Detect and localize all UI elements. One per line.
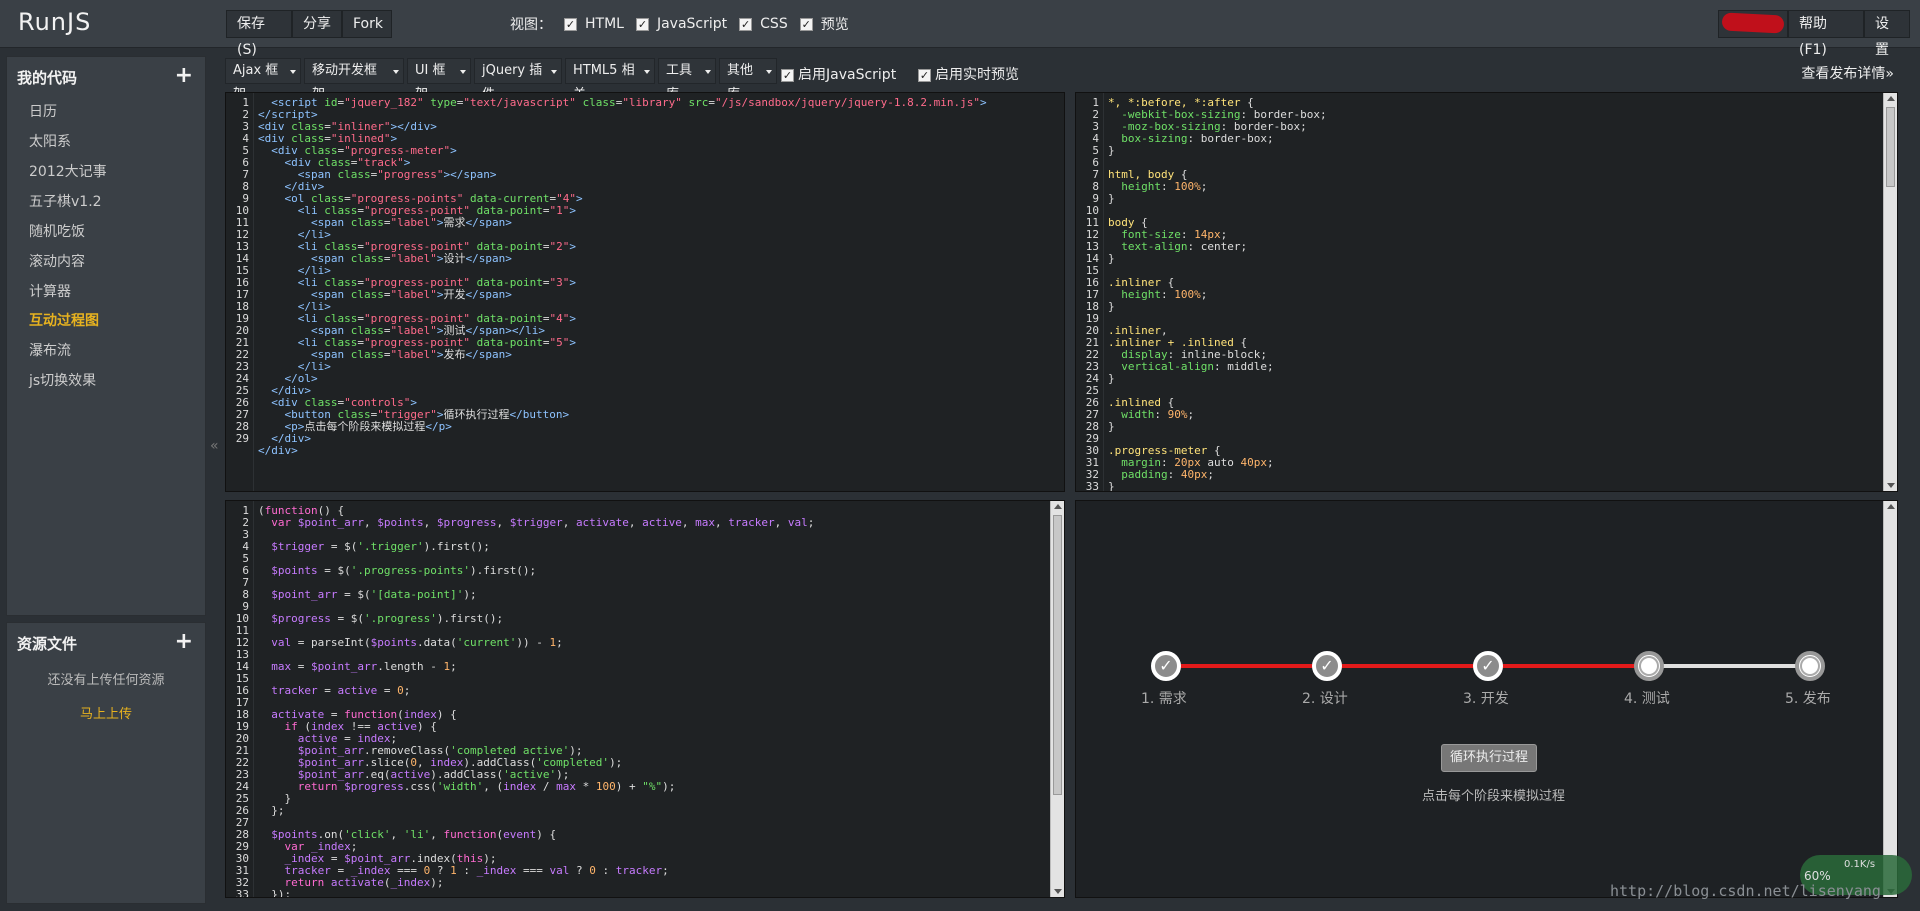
caret-down-icon <box>644 70 650 74</box>
save-button[interactable]: 保存(S) <box>226 10 292 58</box>
step-4-dot[interactable] <box>1634 651 1664 681</box>
checkbox-icon[interactable]: ✓ <box>799 17 813 31</box>
checkbox-icon[interactable]: ✓ <box>635 17 649 31</box>
live-preview-label: 启用实时预览 <box>935 67 1019 83</box>
resources-title: 资源文件 <box>17 635 78 653</box>
view-label: 视图： <box>510 17 552 33</box>
runjs-app: RunJS 保存(S) 分享 Fork 视图： ✓ HTML ✓ JavaScrip… <box>0 0 1920 911</box>
fork-button[interactable]: Fork <box>342 10 392 38</box>
step-5-dot[interactable] <box>1795 651 1825 681</box>
caret-down-icon <box>290 70 296 74</box>
settings-button[interactable]: 设置 <box>1864 10 1910 58</box>
view-html-label[interactable]: HTML <box>585 16 624 32</box>
top-bar: RunJS 保存(S) 分享 Fork 视图： ✓ HTML ✓ JavaScrip… <box>0 0 1920 58</box>
publish-details-link[interactable]: 查看发布详情» <box>1801 63 1894 83</box>
view-preview-label[interactable]: 预览 <box>821 14 849 34</box>
checkbox-icon[interactable]: ✓ <box>739 17 753 31</box>
live-preview-option[interactable]: ✓ 启用实时预览 <box>918 64 1019 84</box>
step-2-dot[interactable]: ✓ <box>1312 651 1342 681</box>
lib-jquery-dropdown[interactable]: jQuery 插件 <box>474 58 562 102</box>
my-code-title: 我的代码 <box>17 69 78 87</box>
runjs-logo: RunJS <box>18 8 92 36</box>
resources-panel: 资源文件 + 还没有上传任何资源 马上上传 <box>6 622 206 904</box>
line-numbers: 1 2 3 4 5 6 7 8 9 10 11 12 13 14 15 16 1… <box>1076 93 1104 491</box>
checkbox-icon[interactable]: ✓ <box>564 17 577 31</box>
lib-tools-dropdown[interactable]: 工具库 <box>658 58 716 102</box>
check-icon: ✓ <box>1159 656 1173 675</box>
sidebar-item[interactable]: js切换效果 <box>29 370 96 390</box>
upload-link[interactable]: 马上上传 <box>7 703 205 722</box>
step-3-label[interactable]: 3. 开发 <box>1463 688 1509 708</box>
check-icon: ✓ <box>1481 656 1495 675</box>
network-rate: 0.1K/s <box>1844 859 1876 870</box>
line-numbers: 1 2 3 4 5 6 7 8 9 10 11 12 13 14 15 16 1… <box>226 501 254 897</box>
share-button[interactable]: 分享 <box>292 10 342 38</box>
lib-mobile-dropdown[interactable]: 移动开发框架 <box>304 58 404 102</box>
line-numbers: 1 2 3 4 5 6 7 8 9 10 11 12 13 14 15 16 1… <box>226 93 254 491</box>
checkbox-icon[interactable]: ✓ <box>781 69 794 82</box>
caret-down-icon <box>551 70 557 74</box>
step-1-dot[interactable]: ✓ <box>1151 651 1181 681</box>
scroll-thumb[interactable] <box>1053 515 1062 795</box>
css-code[interactable]: *, *:before, *:after { -webkit-box-sizin… <box>1108 97 1897 492</box>
sidebar-item[interactable]: 日历 <box>29 101 57 121</box>
scroll-thumb[interactable] <box>1886 107 1895 187</box>
add-code-icon[interactable]: + <box>175 63 193 88</box>
collapse-sidebar-icon[interactable]: « <box>210 438 219 454</box>
step-4-label[interactable]: 4. 测试 <box>1624 688 1670 708</box>
preview-scrollbar[interactable] <box>1883 501 1897 897</box>
lib-ui-dropdown[interactable]: UI 框架 <box>407 58 471 102</box>
step-1-label[interactable]: 1. 需求 <box>1141 688 1187 708</box>
css-scrollbar[interactable] <box>1883 93 1897 491</box>
sidebar-item[interactable]: 太阳系 <box>29 131 71 151</box>
step-3-dot[interactable]: ✓ <box>1473 651 1503 681</box>
progress-track <box>1650 664 1811 668</box>
sidebar-item[interactable]: 计算器 <box>29 281 71 301</box>
view-toggle-group: 视图： ✓ HTML ✓ JavaScript ✓ CSS ✓ 预览 <box>510 14 849 34</box>
progress-fill <box>1166 664 1650 668</box>
caret-down-icon <box>766 70 772 74</box>
watermark: http://blog.csdn.net/lisenyang <box>1610 882 1881 900</box>
network-percent: 60% <box>1804 869 1831 883</box>
view-js-label[interactable]: JavaScript <box>657 16 727 32</box>
css-editor[interactable]: 1 2 3 4 5 6 7 8 9 10 11 12 13 14 15 16 1… <box>1075 92 1898 492</box>
sidebar-item[interactable]: 五子棋v1.2 <box>29 191 102 211</box>
checkbox-icon[interactable]: ✓ <box>918 69 931 82</box>
html-code[interactable]: <script id="jquery_182" type="text/javas… <box>258 97 1064 457</box>
enable-js-label: 启用JavaScript <box>798 67 897 83</box>
cycle-hint-text: 点击每个阶段来模拟过程 <box>1422 789 1566 804</box>
caret-down-icon <box>460 70 466 74</box>
my-code-panel: 我的代码 + 日历 太阳系 2012大记事 五子棋v1.2 随机吃饭 滚动内容 … <box>6 56 206 616</box>
step-5-label[interactable]: 5. 发布 <box>1785 688 1831 708</box>
sidebar-item[interactable]: 随机吃饭 <box>29 221 85 241</box>
scroll-down-icon[interactable] <box>1054 889 1062 894</box>
scroll-up-icon[interactable] <box>1054 504 1062 509</box>
lib-ajax-dropdown[interactable]: Ajax 框架 <box>225 58 301 102</box>
step-2-label[interactable]: 2. 设计 <box>1302 688 1348 708</box>
js-editor[interactable]: 1 2 3 4 5 6 7 8 9 10 11 12 13 14 15 16 1… <box>225 500 1065 898</box>
check-icon: ✓ <box>1320 656 1334 675</box>
sidebar-item-active[interactable]: 互动过程图 <box>29 310 99 330</box>
scroll-up-icon[interactable] <box>1887 96 1895 101</box>
enable-js-option[interactable]: ✓ 启用JavaScript <box>781 64 896 84</box>
caret-down-icon <box>393 70 399 74</box>
resources-empty-text: 还没有上传任何资源 <box>47 673 165 688</box>
add-resource-icon[interactable]: + <box>175 629 193 654</box>
library-toolbar: Ajax 框架 移动开发框架 UI 框架 jQuery 插件 HTML5 相关 … <box>220 54 1920 102</box>
sidebar-item[interactable]: 瀑布流 <box>29 340 71 360</box>
lib-other-dropdown[interactable]: 其他库 <box>719 58 777 102</box>
help-button[interactable]: 帮助(F1) <box>1788 10 1864 58</box>
cycle-process-button[interactable]: 循环执行过程 <box>1441 744 1538 772</box>
scroll-up-icon[interactable] <box>1887 504 1895 509</box>
redacted-username <box>1721 12 1785 34</box>
sidebar-item[interactable]: 2012大记事 <box>29 161 107 181</box>
js-scrollbar[interactable] <box>1050 501 1064 897</box>
caret-down-icon <box>705 70 711 74</box>
html-editor[interactable]: 1 2 3 4 5 6 7 8 9 10 11 12 13 14 15 16 1… <box>225 92 1065 492</box>
view-css-label[interactable]: CSS <box>760 16 788 32</box>
sidebar-item[interactable]: 滚动内容 <box>29 251 85 271</box>
js-code[interactable]: (function() { var $point_arr, $points, $… <box>258 505 1064 898</box>
scroll-down-icon[interactable] <box>1887 483 1895 488</box>
lib-html5-dropdown[interactable]: HTML5 相关 <box>565 58 655 102</box>
